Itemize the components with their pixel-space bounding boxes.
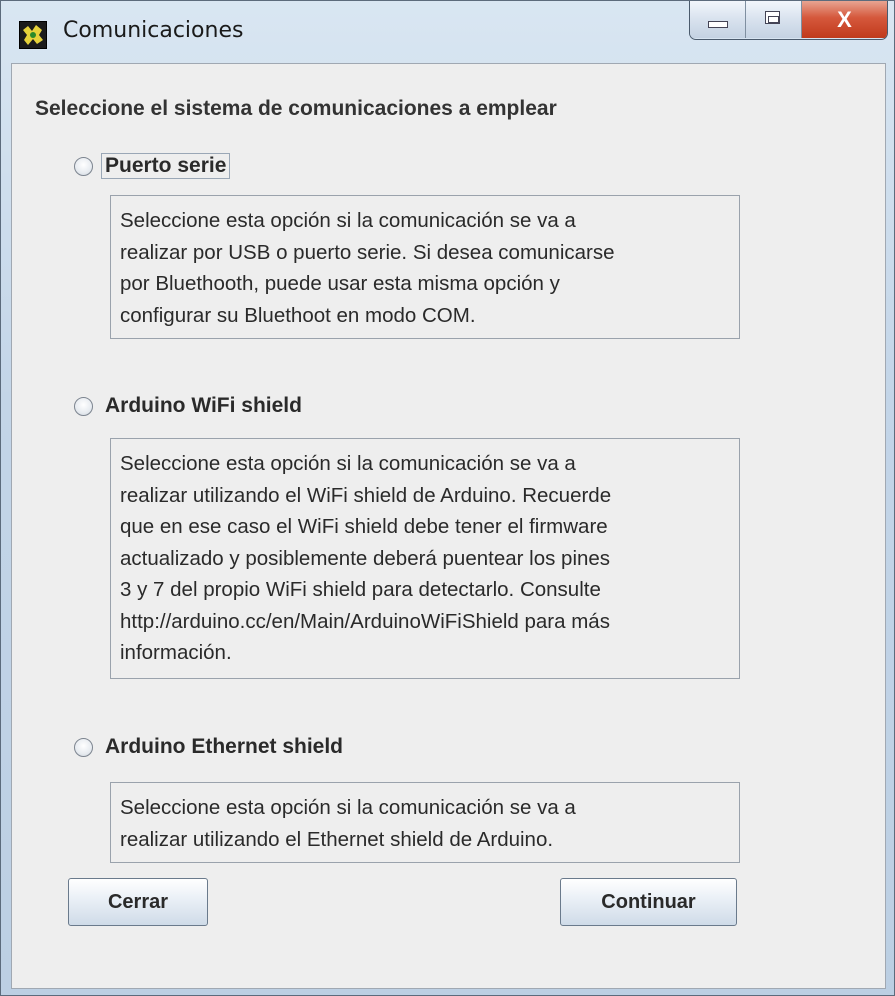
close-window-button[interactable]: X (802, 1, 887, 38)
dialog-content: Seleccione el sistema de comunicaciones … (11, 63, 886, 989)
description-text: Seleccione esta opción si la comunicació… (120, 209, 615, 327)
close-icon: X (837, 6, 852, 32)
radio-option-ethernet-shield[interactable]: Arduino Ethernet shield (74, 731, 343, 763)
app-icon (19, 21, 47, 49)
maximize-button[interactable] (746, 1, 802, 38)
restore-icon (765, 11, 780, 24)
radio-button[interactable] (74, 156, 93, 176)
close-button[interactable]: Cerrar (68, 878, 208, 926)
radio-button[interactable] (74, 737, 93, 757)
dialog-window: Comunicaciones X Seleccione el sistema d… (0, 0, 895, 996)
continue-button[interactable]: Continuar (560, 878, 737, 926)
window-title: Comunicaciones (63, 18, 244, 43)
minimize-button[interactable] (690, 1, 746, 38)
title-bar[interactable]: Comunicaciones X (1, 1, 895, 63)
radio-label[interactable]: Arduino WiFi shield (105, 394, 302, 418)
window-controls: X (689, 1, 888, 40)
description-box: Seleccione esta opción si la comunicació… (110, 195, 740, 339)
minimize-icon (708, 21, 728, 28)
radio-option-puerto-serie[interactable]: Puerto serie (74, 150, 231, 182)
description-text: Seleccione esta opción si la comunicació… (120, 452, 612, 664)
radio-option-wifi-shield[interactable]: Arduino WiFi shield (74, 390, 302, 422)
dialog-heading: Seleccione el sistema de comunicaciones … (35, 97, 557, 120)
description-box: Seleccione esta opción si la comunicació… (110, 438, 740, 679)
description-box: Seleccione esta opción si la comunicació… (110, 782, 740, 863)
description-text: Seleccione esta opción si la comunicació… (120, 796, 576, 851)
radio-label[interactable]: Arduino Ethernet shield (105, 735, 343, 759)
radio-button[interactable] (74, 396, 93, 416)
radio-label[interactable]: Puerto serie (101, 153, 231, 179)
